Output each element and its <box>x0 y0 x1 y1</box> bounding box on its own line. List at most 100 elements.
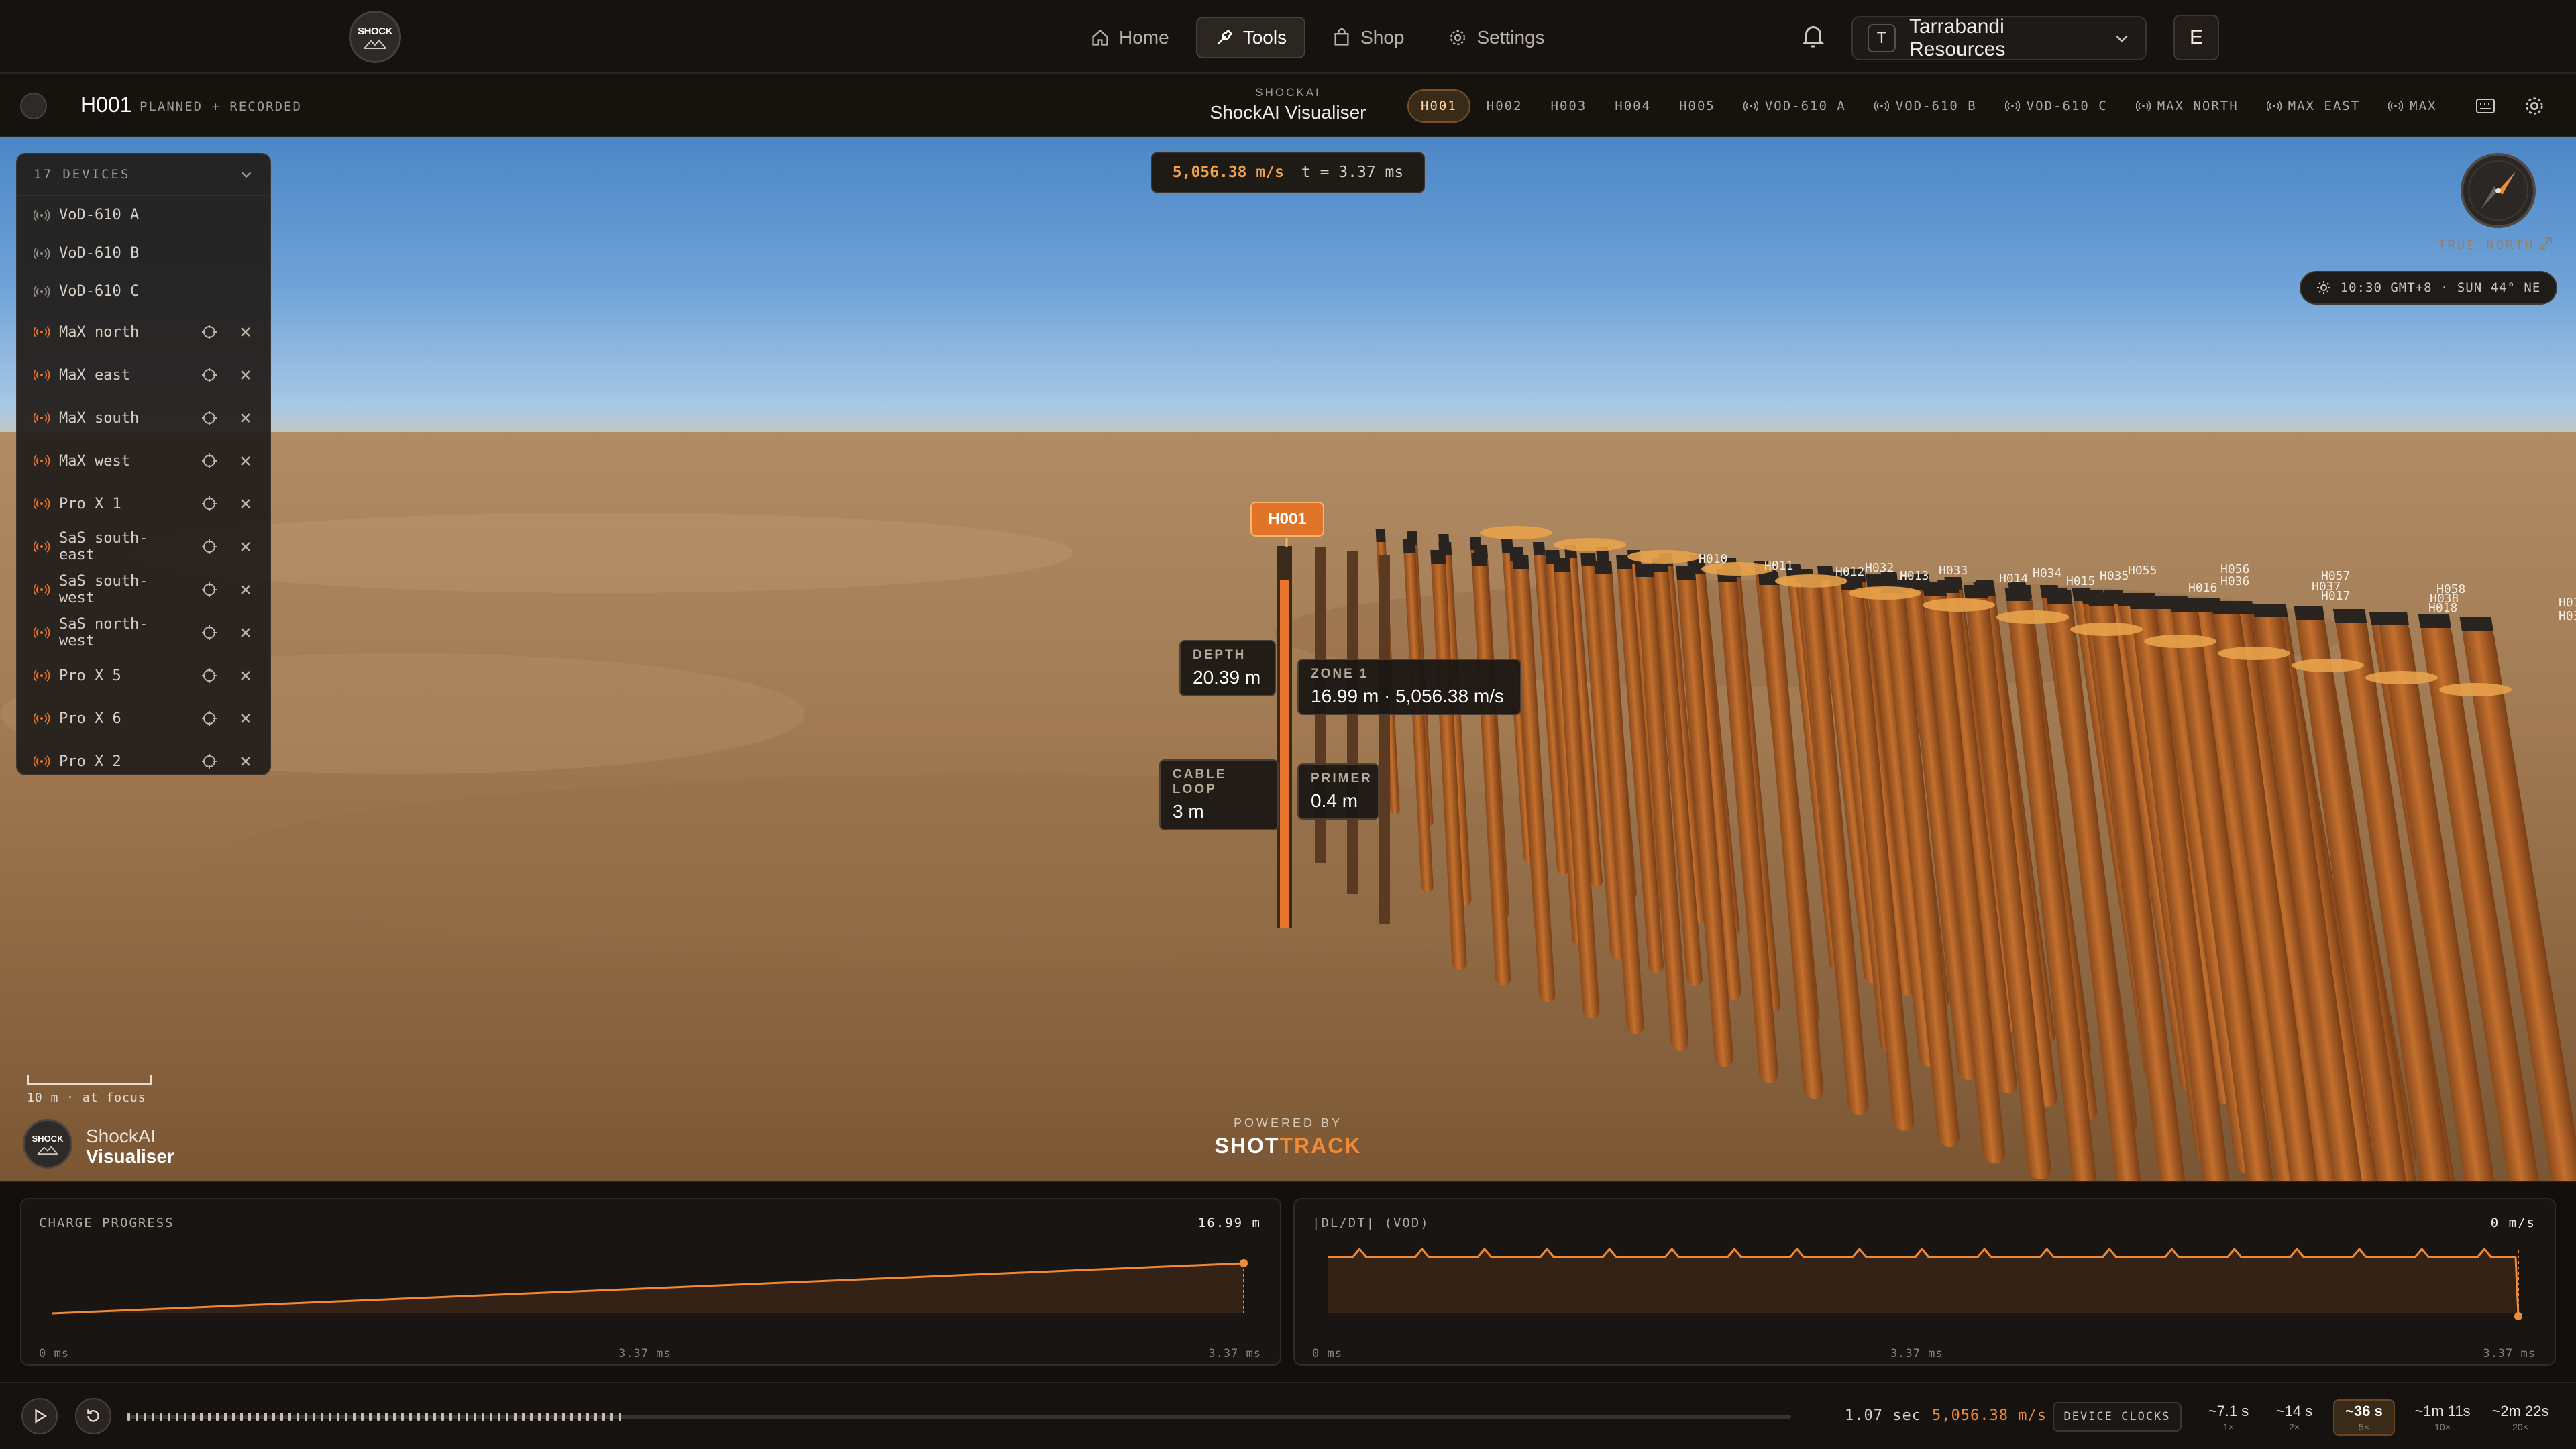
device-item[interactable]: SaS north-west <box>17 611 270 654</box>
hole-disc <box>1996 610 2069 624</box>
close-icon[interactable] <box>237 410 254 426</box>
close-icon[interactable] <box>237 582 254 598</box>
device-item[interactable]: SaS south-west <box>17 568 270 611</box>
hole-label: H015 <box>2066 574 2095 588</box>
speed-option[interactable]: ~7.1 s 1× <box>2198 1399 2259 1436</box>
device-item[interactable]: MaX east <box>17 354 270 396</box>
scrub-tick <box>200 1413 203 1421</box>
device-clocks-button[interactable]: DEVICE CLOCKS <box>2053 1402 2182 1432</box>
logo-text: SHOCK <box>358 25 392 37</box>
close-icon[interactable] <box>237 710 254 727</box>
devices-panel-header[interactable]: 17 DEVICES <box>17 154 270 196</box>
hole-tab-vod-610-c[interactable]: VOD-610 C <box>1993 89 2120 123</box>
crosshair-icon[interactable] <box>201 753 217 769</box>
focused-hole-charge <box>1280 580 1289 928</box>
speed-option[interactable]: ~1m 11s 10× <box>2406 1399 2479 1436</box>
charge-progress-chart: CHARGE PROGRESS 16.99 m 0 ms 3.37 ms 3.3… <box>20 1198 1281 1366</box>
devices-list: VoD-610 A VoD-610 B VoD-610 C MaX north MaX … <box>17 196 270 774</box>
sun-icon <box>2316 281 2330 294</box>
crosshair-icon[interactable] <box>201 453 217 469</box>
compass-widget[interactable] <box>2461 153 2536 228</box>
speed-option[interactable]: ~14 s 2× <box>2263 1399 2325 1436</box>
user-avatar-button[interactable]: E <box>2174 15 2219 60</box>
settings-gear-icon[interactable] <box>2524 95 2545 117</box>
scrub-tick <box>546 1413 549 1421</box>
device-item[interactable]: VoD-610 C <box>17 272 270 311</box>
expand-icon[interactable] <box>2538 236 2553 251</box>
3d-viewport[interactable]: H010 H011 H012 H032 H013 H033 H014 H034 H015 H035… <box>0 137 2576 1181</box>
hole-tab-vod-610-a[interactable]: VOD-610 A <box>1731 89 1858 123</box>
close-icon[interactable] <box>237 367 254 383</box>
speed-duration: ~1m 11s <box>2414 1403 2471 1419</box>
crosshair-icon[interactable] <box>201 667 217 684</box>
crosshair-icon[interactable] <box>201 367 217 383</box>
notification-bell-icon[interactable] <box>1801 23 1825 50</box>
speed-option[interactable]: ~36 s 5× <box>2333 1399 2395 1436</box>
home-icon <box>1092 29 1108 46</box>
close-icon[interactable] <box>237 324 254 340</box>
shottrack-part-1: SHOT <box>1214 1134 1280 1158</box>
hole-tab-h005[interactable]: H005 <box>1667 89 1727 123</box>
hole-tab-vod-610-b[interactable]: VOD-610 B <box>1862 89 1989 123</box>
hole-tab-h004[interactable]: H004 <box>1603 89 1663 123</box>
device-item[interactable]: MaX south <box>17 396 270 439</box>
scrub-tick <box>272 1413 275 1421</box>
nav-home[interactable]: Home <box>1073 17 1187 58</box>
nav-settings[interactable]: Settings <box>1431 17 1562 58</box>
hole-tab-max-east[interactable]: MAX EAST <box>2255 89 2373 123</box>
hole-tab-max-north[interactable]: MAX NORTH <box>2124 89 2251 123</box>
crosshair-icon[interactable] <box>201 582 217 598</box>
scrub-tick <box>369 1413 372 1421</box>
close-icon[interactable] <box>237 453 254 469</box>
speed-option[interactable]: ~2m 22s 20× <box>2483 1399 2557 1436</box>
speed-duration: ~36 s <box>2345 1403 2383 1419</box>
close-icon[interactable] <box>237 625 254 641</box>
hole-tab-h001[interactable]: H001 <box>1407 89 1470 123</box>
hole-collar <box>1403 539 1416 553</box>
device-name: SaS north-west <box>59 616 148 649</box>
device-item[interactable]: Pro X 5 <box>17 654 270 697</box>
focused-hole-tag[interactable]: H001 <box>1250 502 1324 537</box>
device-item[interactable]: Pro X 1 <box>17 482 270 525</box>
close-icon[interactable] <box>237 539 254 555</box>
sun-position-pill[interactable]: 10:30 GMT+8 · SUN 44° NE <box>2300 271 2557 305</box>
device-item[interactable]: VoD-610 B <box>17 234 270 272</box>
restart-button[interactable] <box>75 1398 111 1434</box>
nav-shop[interactable]: Shop <box>1315 17 1421 58</box>
nav-tools[interactable]: Tools <box>1195 17 1306 58</box>
hole-tab-label: MAX <box>2410 99 2437 113</box>
device-item[interactable]: Pro X 2 <box>17 740 270 774</box>
crosshair-icon[interactable] <box>201 625 217 641</box>
device-item[interactable]: SaS south-east <box>17 525 270 568</box>
organization-selector[interactable]: T Tarrabandi Resources <box>1851 15 2147 60</box>
hole-label: H039 <box>2559 609 2576 623</box>
close-icon[interactable] <box>237 753 254 769</box>
timeline-scrubber[interactable] <box>127 1413 1791 1421</box>
hole-collar <box>2169 598 2199 612</box>
close-icon[interactable] <box>237 496 254 512</box>
scrub-tick <box>144 1413 146 1421</box>
shock-logo[interactable]: SHOCK <box>349 11 401 63</box>
scrub-tick <box>168 1413 170 1421</box>
crosshair-icon[interactable] <box>201 324 217 340</box>
close-icon[interactable] <box>237 667 254 684</box>
crosshair-icon[interactable] <box>201 539 217 555</box>
speed-duration: ~14 s <box>2275 1403 2313 1419</box>
hole-tab-max[interactable]: MAX <box>2376 89 2449 123</box>
device-item[interactable]: VoD-610 A <box>17 196 270 234</box>
hole-tab-h002[interactable]: H002 <box>1474 89 1535 123</box>
device-item[interactable]: Pro X 6 <box>17 697 270 740</box>
scrub-tick <box>136 1413 138 1421</box>
crosshair-icon[interactable] <box>201 710 217 727</box>
charts-bar: CHARGE PROGRESS 16.99 m 0 ms 3.37 ms 3.3… <box>0 1181 2576 1382</box>
wrench-icon <box>1217 29 1233 45</box>
crosshair-icon[interactable] <box>201 410 217 426</box>
play-button[interactable] <box>21 1398 58 1434</box>
keyboard-icon[interactable] <box>2475 97 2496 115</box>
crosshair-icon[interactable] <box>201 496 217 512</box>
device-item[interactable]: MaX west <box>17 439 270 482</box>
depth-label: DEPTH <box>1193 648 1246 662</box>
hole-disc <box>2144 635 2216 648</box>
hole-tab-h003[interactable]: H003 <box>1539 89 1599 123</box>
device-item[interactable]: MaX north <box>17 311 270 354</box>
